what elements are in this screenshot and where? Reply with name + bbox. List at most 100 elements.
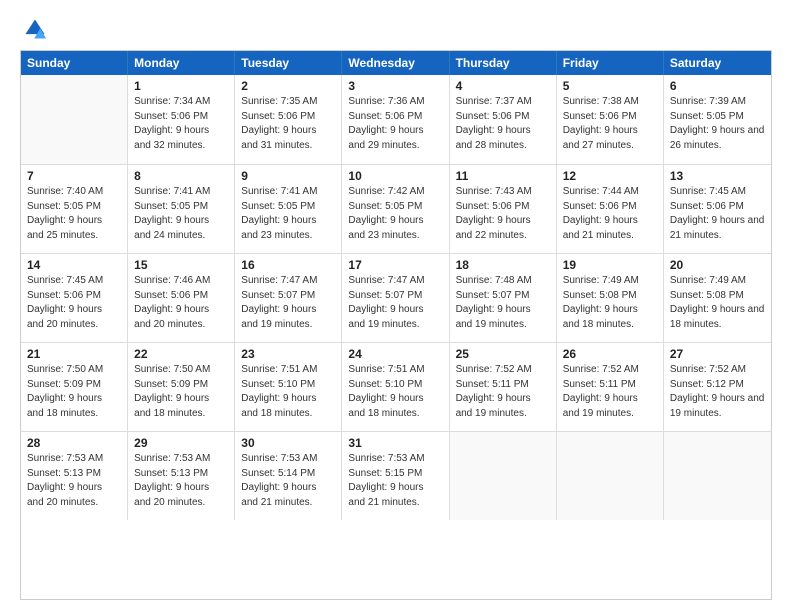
day-number: 27 — [670, 347, 765, 361]
daylight-label: Daylight: 9 hours and 28 minutes. — [456, 125, 531, 151]
day-cell-4: 4 Sunrise: 7:37 AM Sunset: 5:06 PM Daylight… — [450, 75, 557, 164]
day-cell-12: 12Sunrise: 7:44 AMSunset: 5:06 PMDayligh… — [557, 165, 664, 253]
day-cell-17: 17Sunrise: 7:47 AMSunset: 5:07 PMDayligh… — [342, 254, 449, 342]
day-number: 29 — [134, 436, 228, 450]
day-info: Sunrise: 7:36 AMSunset: 5:06 PMDaylight:… — [348, 95, 442, 153]
day-number: 24 — [348, 347, 442, 361]
day-number: 21 — [27, 347, 121, 361]
day-cell-15: 15Sunrise: 7:46 AMSunset: 5:06 PMDayligh… — [128, 254, 235, 342]
sunrise-label: Sunrise: 7:49 AM — [670, 275, 746, 286]
sunset-label: Sunset: 5:14 PM — [241, 468, 315, 479]
sunrise-label: Sunrise: 7:41 AM — [134, 186, 210, 197]
day-info: Sunrise: 7:43 AMSunset: 5:06 PMDaylight:… — [456, 185, 550, 243]
sunset-label: Sunset: 5:13 PM — [134, 468, 208, 479]
day-number: 12 — [563, 169, 657, 183]
sunset-label: Sunset: 5:05 PM — [348, 201, 422, 212]
day-info: Sunrise: 7:41 AMSunset: 5:05 PMDaylight:… — [134, 185, 228, 243]
sunset-label: Sunset: 5:06 PM — [134, 290, 208, 301]
day-cell-25: 25Sunrise: 7:52 AMSunset: 5:11 PMDayligh… — [450, 343, 557, 431]
day-info: Sunrise: 7:53 AM Sunset: 5:13 PM Daylight:… — [134, 452, 228, 510]
day-number: 26 — [563, 347, 657, 361]
day-cell-11: 11 Sunrise: 7:43 AMSunset: 5:06 PMDayligh… — [450, 165, 557, 253]
daylight-label: Daylight: 9 hours and 32 minutes. — [134, 125, 209, 151]
day-info: Sunrise: 7:42 AMSunset: 5:05 PMDaylight:… — [348, 185, 442, 243]
daylight-label: Daylight: 9 hours and 21 minutes. — [563, 215, 638, 241]
day-info: Sunrise: 7:35 AMSunset: 5:06 PMDaylight:… — [241, 95, 335, 153]
day-number: 16 — [241, 258, 335, 272]
day-info: Sunrise: 7:34 AMSunset: 5:06 PMDaylight:… — [134, 95, 228, 153]
sunrise-label: Sunrise: 7:49 AM — [563, 275, 639, 286]
sunset-label: Sunset: 5:06 PM — [563, 111, 637, 122]
daylight-label: Daylight: 9 hours and 23 minutes. — [241, 215, 316, 241]
day-info: Sunrise: 7:37 AM Sunset: 5:06 PM Daylight:… — [456, 95, 550, 153]
day-info: Sunrise: 7:49 AMSunset: 5:08 PMDaylight:… — [563, 274, 657, 332]
sunset-label: Sunset: 5:07 PM — [241, 290, 315, 301]
day-number: 4 — [456, 79, 550, 93]
sunrise-label: Sunrise: 7:52 AM — [456, 364, 532, 375]
sunrise-label: Sunrise: 7:53 AM — [134, 453, 210, 464]
daylight-label: Daylight: 9 hours and 31 minutes. — [241, 125, 316, 151]
day-cell-29: 29 Sunrise: 7:53 AM Sunset: 5:13 PM Dayligh… — [128, 432, 235, 520]
sunrise-label: Sunrise: 7:47 AM — [348, 275, 424, 286]
daylight-label: Daylight: 9 hours and 18 minutes. — [670, 304, 765, 330]
day-cell-27: 27Sunrise: 7:52 AMSunset: 5:12 PMDayligh… — [664, 343, 771, 431]
sunset-label: Sunset: 5:06 PM — [456, 201, 530, 212]
day-number: 6 — [670, 79, 765, 93]
sunset-label: Sunset: 5:06 PM — [134, 111, 208, 122]
day-number: 25 — [456, 347, 550, 361]
sunset-label: Sunset: 5:09 PM — [27, 379, 101, 390]
day-info: Sunrise: 7:48 AMSunset: 5:07 PMDaylight:… — [456, 274, 550, 332]
day-number: 22 — [134, 347, 228, 361]
daylight-label: Daylight: 9 hours and 18 minutes. — [27, 393, 102, 419]
sunset-label: Sunset: 5:07 PM — [348, 290, 422, 301]
day-number: 13 — [670, 169, 765, 183]
day-number: 8 — [134, 169, 228, 183]
week-row-4: 21Sunrise: 7:50 AMSunset: 5:09 PMDayligh… — [21, 342, 771, 431]
empty-cell — [450, 432, 557, 520]
day-number: 11 — [456, 169, 550, 183]
daylight-label: Daylight: 9 hours and 20 minutes. — [27, 482, 102, 508]
day-cell-5: 5Sunrise: 7:38 AMSunset: 5:06 PMDaylight… — [557, 75, 664, 164]
sunset-label: Sunset: 5:06 PM — [456, 111, 530, 122]
daylight-label: Daylight: 9 hours and 20 minutes. — [27, 304, 102, 330]
day-number: 31 — [348, 436, 442, 450]
day-cell-16: 16Sunrise: 7:47 AMSunset: 5:07 PMDayligh… — [235, 254, 342, 342]
sunrise-label: Sunrise: 7:53 AM — [348, 453, 424, 464]
day-cell-18: 18Sunrise: 7:48 AMSunset: 5:07 PMDayligh… — [450, 254, 557, 342]
day-number: 3 — [348, 79, 442, 93]
header-day-wednesday: Wednesday — [342, 51, 449, 75]
sunrise-label: Sunrise: 7:42 AM — [348, 186, 424, 197]
logo-icon — [24, 18, 46, 40]
header-day-friday: Friday — [557, 51, 664, 75]
day-cell-8: 8 Sunrise: 7:41 AMSunset: 5:05 PMDaylight… — [128, 165, 235, 253]
sunrise-label: Sunrise: 7:47 AM — [241, 275, 317, 286]
sunrise-label: Sunrise: 7:53 AM — [27, 453, 103, 464]
sunset-label: Sunset: 5:08 PM — [563, 290, 637, 301]
sunrise-label: Sunrise: 7:37 AM — [456, 96, 532, 107]
day-number: 14 — [27, 258, 121, 272]
sunset-label: Sunset: 5:13 PM — [27, 468, 101, 479]
calendar: SundayMondayTuesdayWednesdayThursdayFrid… — [20, 50, 772, 600]
sunrise-label: Sunrise: 7:46 AM — [134, 275, 210, 286]
daylight-label: Daylight: 9 hours and 20 minutes. — [134, 482, 209, 508]
day-number: 1 — [134, 79, 228, 93]
day-info: Sunrise: 7:46 AM Sunset: 5:06 PM Daylight:… — [134, 274, 228, 332]
week-row-2: 7Sunrise: 7:40 AMSunset: 5:05 PMDaylight… — [21, 164, 771, 253]
day-info: Sunrise: 7:39 AMSunset: 5:05 PMDaylight:… — [670, 95, 765, 153]
header-day-tuesday: Tuesday — [235, 51, 342, 75]
daylight-label: Daylight: 9 hours and 19 minutes. — [456, 304, 531, 330]
day-cell-19: 19Sunrise: 7:49 AMSunset: 5:08 PMDayligh… — [557, 254, 664, 342]
day-info: Sunrise: 7:51 AMSunset: 5:10 PMDaylight:… — [348, 363, 442, 421]
daylight-label: Daylight: 9 hours and 21 minutes. — [348, 482, 423, 508]
day-info: Sunrise: 7:41 AMSunset: 5:05 PMDaylight:… — [241, 185, 335, 243]
day-info: Sunrise: 7:53 AM Sunset: 5:13 PM Daylight:… — [27, 452, 121, 510]
sunset-label: Sunset: 5:05 PM — [241, 201, 315, 212]
daylight-label: Daylight: 9 hours and 20 minutes. — [134, 304, 209, 330]
day-cell-3: 3 Sunrise: 7:36 AMSunset: 5:06 PMDaylight… — [342, 75, 449, 164]
calendar-header: SundayMondayTuesdayWednesdayThursdayFrid… — [21, 51, 771, 75]
sunrise-label: Sunrise: 7:40 AM — [27, 186, 103, 197]
sunset-label: Sunset: 5:10 PM — [348, 379, 422, 390]
day-cell-13: 13Sunrise: 7:45 AMSunset: 5:06 PMDayligh… — [664, 165, 771, 253]
day-number: 17 — [348, 258, 442, 272]
sunrise-label: Sunrise: 7:52 AM — [670, 364, 746, 375]
